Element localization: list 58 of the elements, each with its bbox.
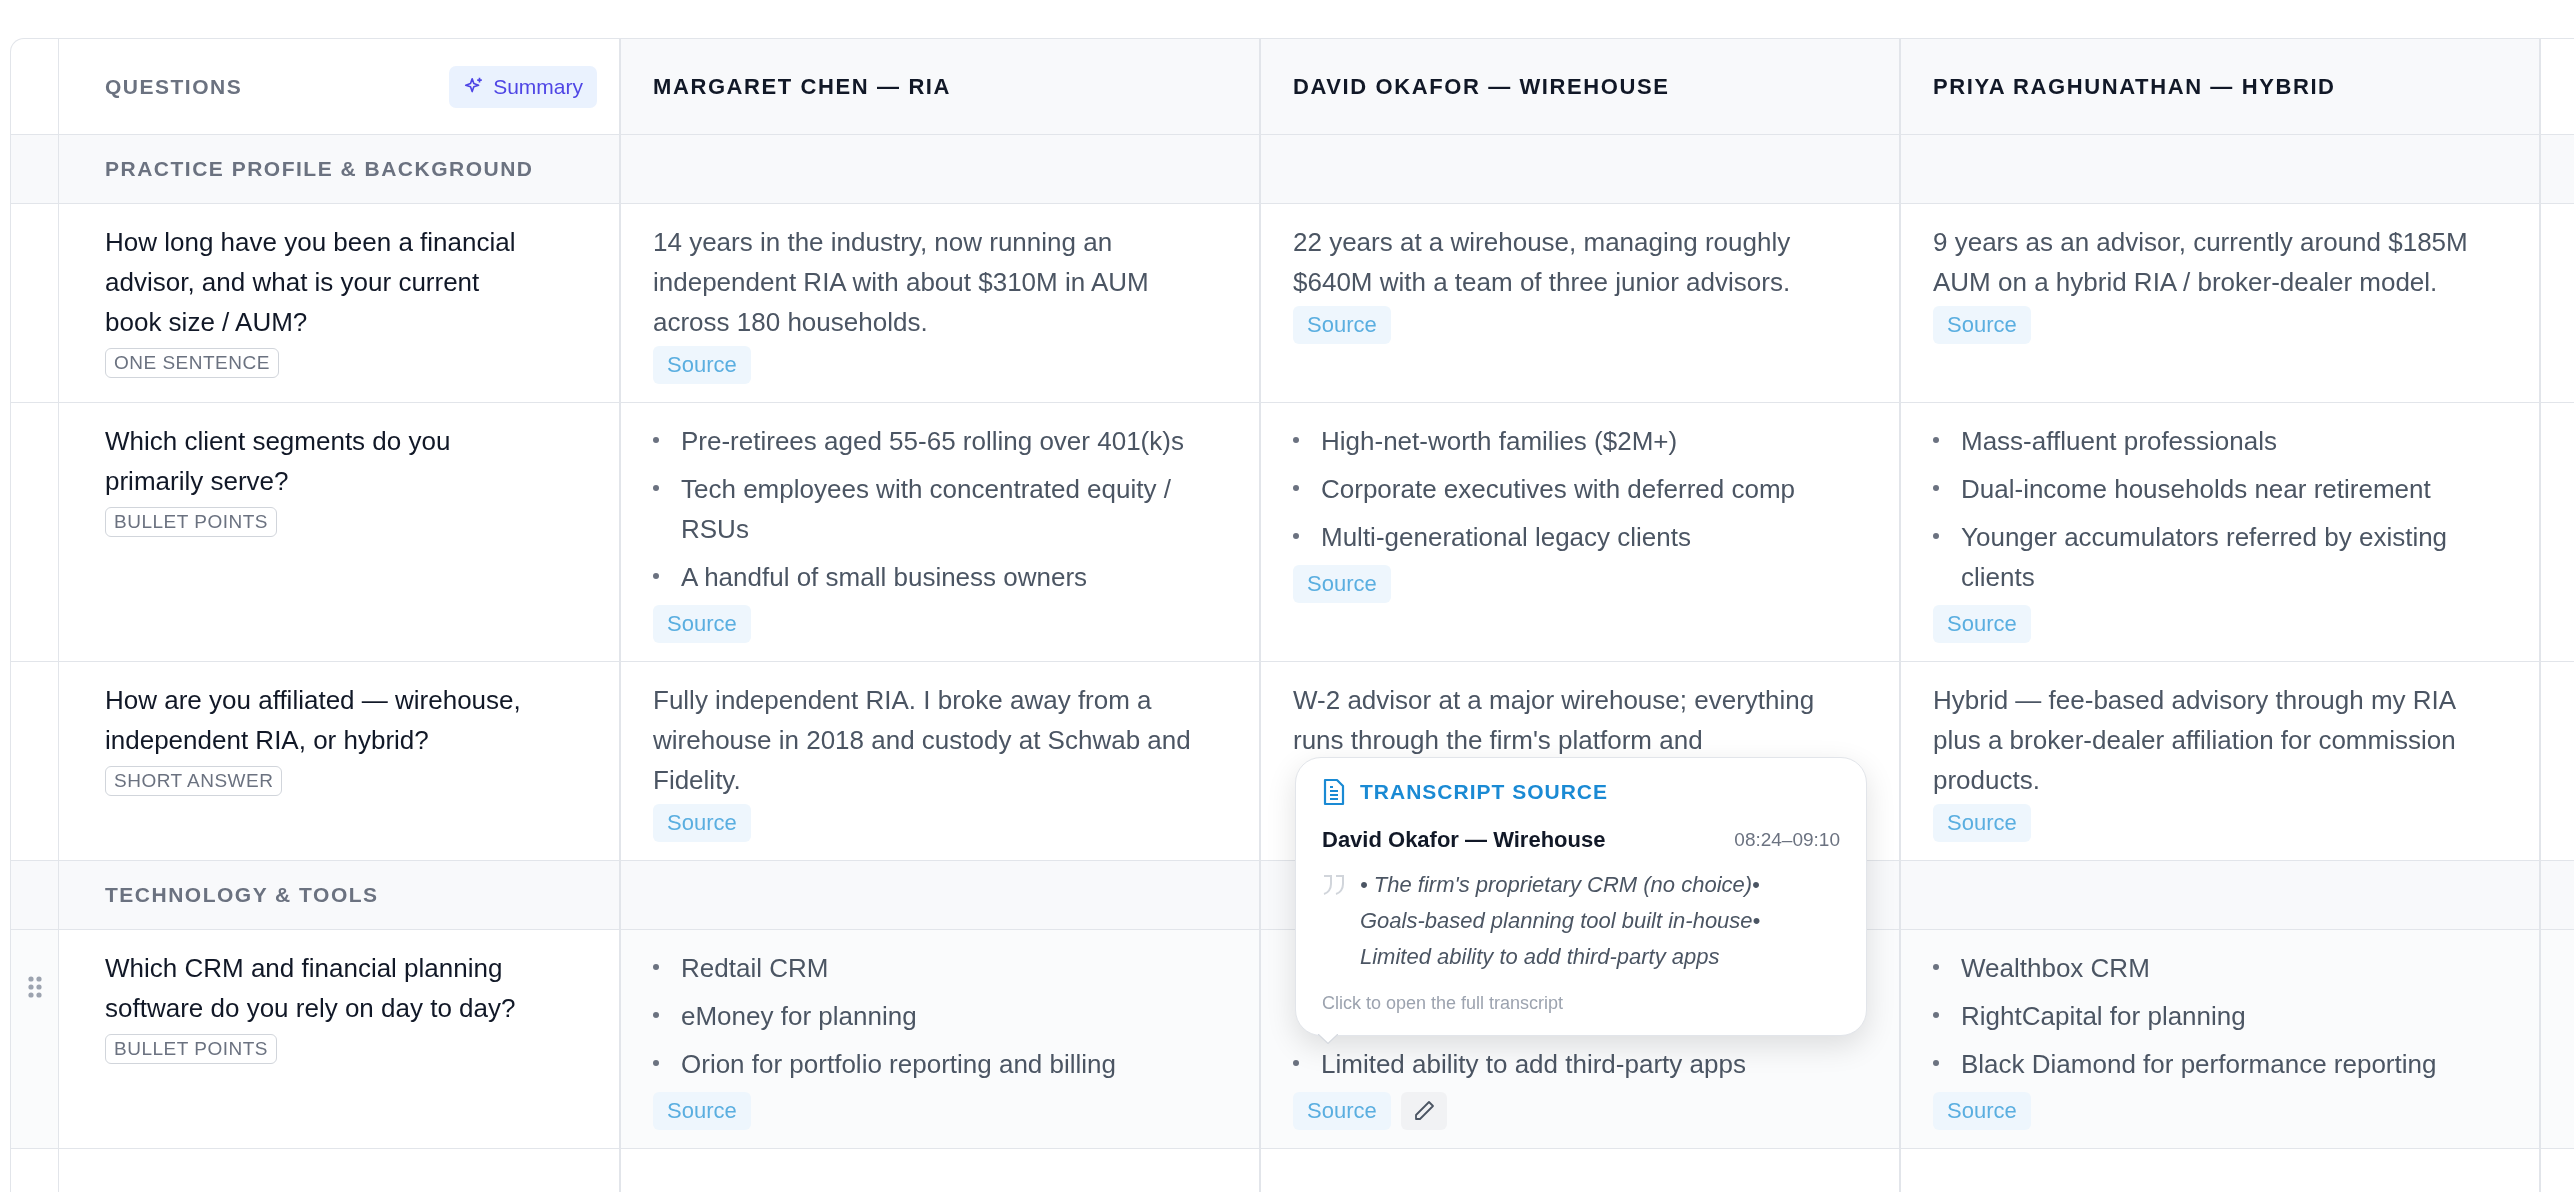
answer-bullet: High-net-worth families ($2M+)	[1321, 425, 1678, 458]
answer-bullet: Redtail CRM	[681, 952, 829, 985]
drag-handle-icon[interactable]	[27, 976, 42, 998]
source-link[interactable]: Source	[1293, 565, 1391, 603]
source-link[interactable]: Source	[1933, 605, 2031, 643]
answer-bullet: Dual-income households near retirement	[1961, 473, 2431, 506]
answer-bullet: eMoney for planning	[681, 1000, 917, 1033]
source-link[interactable]: Source	[653, 605, 751, 643]
format-tag: SHORT ANSWER	[105, 766, 283, 796]
source-link[interactable]: Source	[1293, 1092, 1391, 1130]
quote-text: • The firm's proprietary CRM (no choice)• Goals-based planning tool built in-house• Limited ability to add third-party apps	[1360, 871, 1762, 971]
source-link[interactable]: Source	[1933, 1092, 2031, 1130]
section-title: TECHNOLOGY & TOOLS	[105, 882, 379, 909]
column-header: PRIYA RAGHUNATHAN — HYBRID	[1933, 73, 2336, 101]
source-link[interactable]: Source	[1293, 306, 1391, 344]
source-link[interactable]: Source	[653, 1092, 751, 1130]
summary-button[interactable]: Summary	[449, 65, 597, 108]
answer-bullet: RightCapital for planning	[1961, 1000, 2246, 1033]
speaker-name: David Okafor — Wirehouse	[1322, 826, 1606, 854]
answer-bullet: Limited ability to add third-party apps	[1321, 1048, 1746, 1081]
answer-text: Hybrid — fee-based advisory through my RIA plus a broker-dealer affiliation for commission products.	[1933, 684, 2457, 797]
answer-bullet: Black Diamond for performance reporting	[1961, 1048, 2437, 1081]
answer-bullet: Wealthbox CRM	[1961, 952, 2150, 985]
answer-bullet: Younger accumulators referred by existing clients	[1961, 521, 2449, 594]
popover-title: TRANSCRIPT SOURCE	[1360, 779, 1608, 805]
question-text: How long have you been a financial advisor, and what is your current book size / AUM?	[105, 226, 517, 339]
answer-bullet: A handful of small business owners	[681, 561, 1088, 594]
question-text: Which client segments do you primarily serve?	[105, 425, 452, 498]
question-text: Which CRM and financial planning software do you rely on day to day?	[105, 952, 517, 1025]
answer-bullet: Mass-affluent professionals	[1961, 425, 2277, 458]
timestamp: 08:24–09:10	[1734, 828, 1840, 852]
document-icon	[1322, 778, 1346, 806]
answer-bullet: Corporate executives with deferred comp	[1321, 473, 1795, 506]
format-tag: BULLET POINTS	[105, 1034, 277, 1064]
question-text: How are you affiliated — wirehouse, independent RIA, or hybrid?	[105, 684, 522, 757]
source-link[interactable]: Source	[1933, 804, 2031, 842]
source-link[interactable]: Source	[653, 346, 751, 384]
answer-bullet: Tech employees with concentrated equity / RSUs	[681, 473, 1172, 546]
popover-pointer-icon	[1318, 1034, 1338, 1044]
format-tag: ONE SENTENCE	[105, 348, 279, 378]
answer-bullet: Pre-retirees aged 55-65 rolling over 401(k)s	[681, 425, 1184, 458]
answer-text: 9 years as an advisor, currently around $185M AUM on a hybrid RIA / broker-dealer model.	[1933, 226, 2469, 299]
quote-icon	[1322, 874, 1346, 896]
format-tag: BULLET POINTS	[105, 507, 277, 537]
source-link[interactable]: Source	[653, 804, 751, 842]
popover-hint: Click to open the full transcript	[1322, 992, 1565, 1015]
answer-text: W-2 advisor at a major wirehouse; everything runs through the firm's platform and	[1293, 684, 1816, 757]
column-header: MARGARET CHEN — RIA	[653, 73, 952, 101]
answer-text: Fully independent RIA. I broke away from a wirehouse in 2018 and custody at Schwab and Fidelity.	[653, 684, 1192, 797]
source-link[interactable]: Source	[1933, 306, 2031, 344]
column-header: DAVID OKAFOR — WIREHOUSE	[1293, 73, 1670, 101]
answer-bullet: Orion for portfolio reporting and billing	[681, 1048, 1117, 1081]
answer-text: 22 years at a wirehouse, managing roughly $640M with a team of three junior advisors.	[1293, 226, 1792, 299]
answer-bullet: Multi-generational legacy clients	[1321, 521, 1691, 554]
column-header: QUESTIONS	[105, 73, 243, 100]
answer-text: 14 years in the industry, now running an independent RIA with about $310M in AUM across 180 households.	[653, 226, 1150, 339]
section-title: PRACTICE PROFILE & BACKGROUND	[105, 156, 534, 183]
edit-button[interactable]	[1400, 1092, 1447, 1130]
